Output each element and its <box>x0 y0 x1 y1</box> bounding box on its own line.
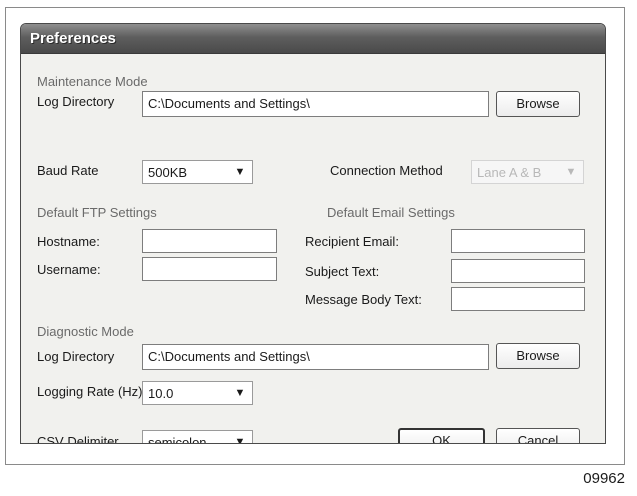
logging-rate-label: Logging Rate (Hz) <box>37 384 143 399</box>
hostname-label: Hostname: <box>37 234 100 249</box>
message-body-text-label: Message Body Text: <box>305 292 422 307</box>
ok-button[interactable]: OK <box>398 428 485 443</box>
recipient-email-label: Recipient Email: <box>305 234 399 249</box>
username-label: Username: <box>37 262 101 277</box>
csv-delimiter-select[interactable]: semicolon ▼ <box>142 430 253 444</box>
chevron-down-icon: ▼ <box>565 166 577 178</box>
subject-text-label: Subject Text: <box>305 264 380 279</box>
message-body-text-input[interactable] <box>451 287 585 311</box>
chevron-down-icon: ▼ <box>234 436 246 444</box>
title-bar[interactable]: Preferences <box>21 24 605 54</box>
maintenance-mode-section-label: Maintenance Mode <box>37 74 148 89</box>
csv-delimiter-value: semicolon <box>148 435 207 444</box>
diagnostic-log-directory-label: Log Directory <box>37 349 115 364</box>
figure-id: 09962 <box>583 470 625 487</box>
connection-method-label: Connection Method <box>330 163 443 178</box>
email-settings-section-label: Default Email Settings <box>327 205 455 220</box>
ftp-settings-section-label: Default FTP Settings <box>37 205 157 220</box>
connection-method-value: Lane A & B <box>477 165 542 180</box>
chevron-down-icon: ▼ <box>234 387 246 399</box>
diagnostic-browse-button[interactable]: Browse <box>496 343 580 369</box>
maintenance-browse-button[interactable]: Browse <box>496 91 580 117</box>
connection-method-select: Lane A & B ▼ <box>471 160 584 184</box>
baud-rate-value: 500KB <box>148 165 188 180</box>
cancel-button[interactable]: Cancel <box>496 428 580 443</box>
baud-rate-label: Baud Rate <box>37 163 99 178</box>
preferences-dialog: Preferences Maintenance Mode Log Directo… <box>20 23 606 444</box>
maintenance-log-directory-input[interactable]: C:\Documents and Settings\ <box>142 91 489 117</box>
window-title: Preferences <box>30 30 116 47</box>
csv-delimiter-label: CSV Delimiter <box>37 434 119 444</box>
chevron-down-icon: ▼ <box>234 166 246 178</box>
recipient-email-input[interactable] <box>451 229 585 253</box>
diagnostic-log-directory-input[interactable]: C:\Documents and Settings\ <box>142 344 489 370</box>
diagnostic-mode-section-label: Diagnostic Mode <box>37 324 134 339</box>
baud-rate-select[interactable]: 500KB ▼ <box>142 160 253 184</box>
logging-rate-select[interactable]: 10.0 ▼ <box>142 381 253 405</box>
subject-text-input[interactable] <box>451 259 585 283</box>
hostname-input[interactable] <box>142 229 277 253</box>
maintenance-log-directory-label: Log Directory <box>37 94 115 109</box>
username-input[interactable] <box>142 257 277 281</box>
logging-rate-value: 10.0 <box>148 386 174 401</box>
